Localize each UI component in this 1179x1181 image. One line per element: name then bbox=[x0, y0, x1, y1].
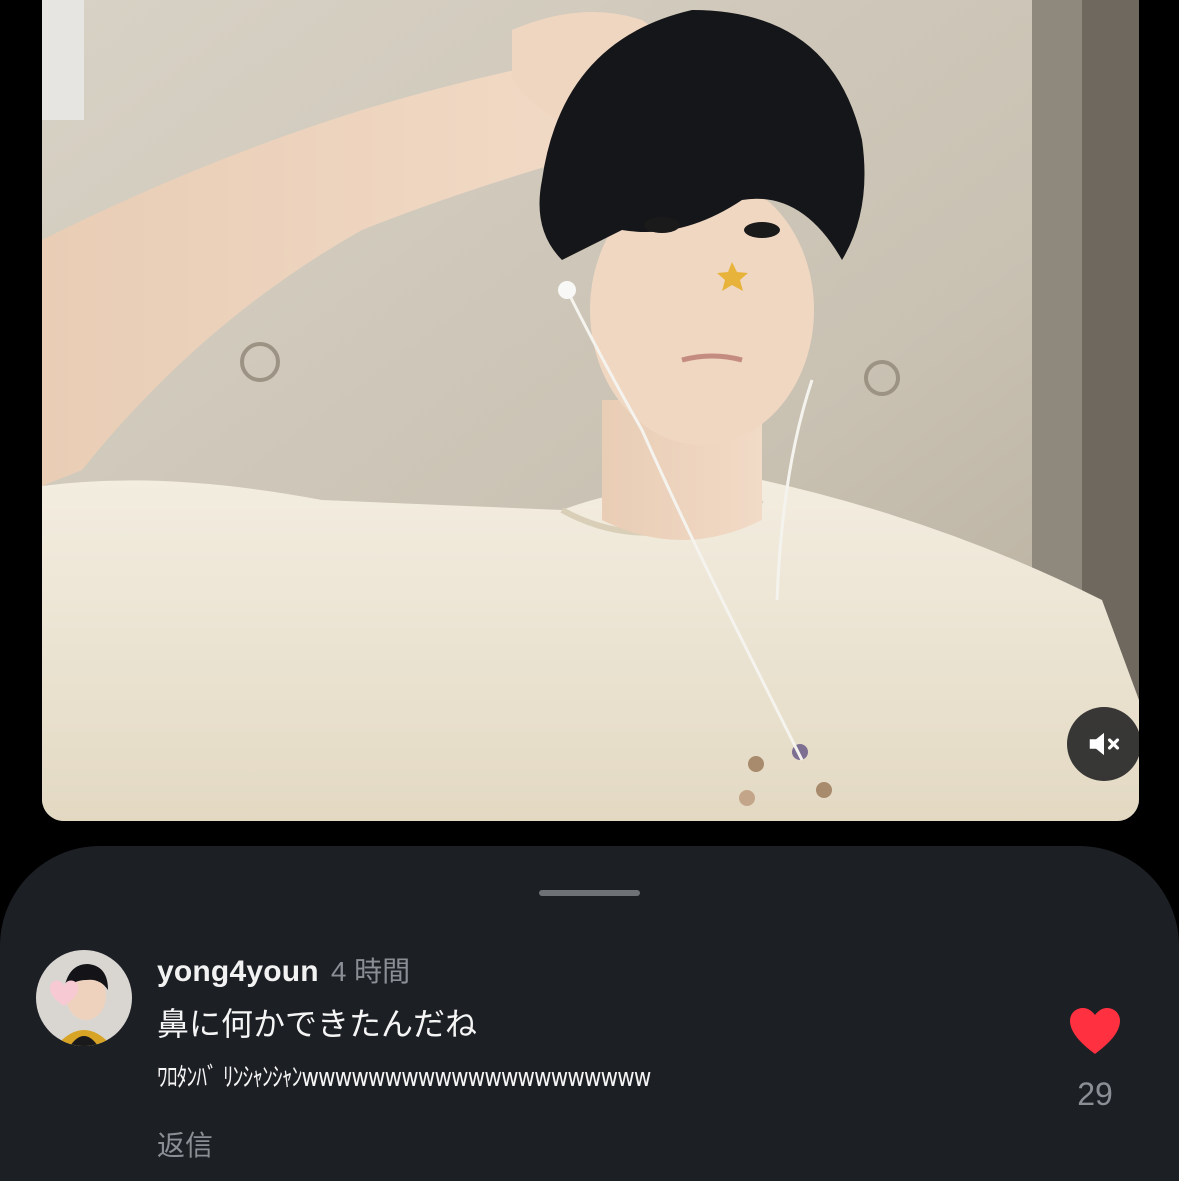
speaker-muted-icon bbox=[1089, 732, 1120, 756]
like-count: 29 bbox=[1077, 1076, 1113, 1112]
mute-toggle-button[interactable] bbox=[1067, 707, 1139, 781]
sheet-drag-handle[interactable] bbox=[539, 890, 640, 896]
video-player[interactable] bbox=[42, 0, 1139, 821]
avatar[interactable] bbox=[36, 950, 132, 1046]
comment-timestamp: 4 時間 bbox=[330, 956, 411, 987]
comment-text-line-2: ﾜﾛﾀﾝﾊﾞ ﾘﾝｼｬﾝｼｬﾝwwwwwwwwwwwwwwwwwwwww bbox=[157, 1063, 651, 1093]
comment-meta: yong4youn 4 時間 bbox=[157, 950, 1037, 990]
reply-button[interactable]: 返信 bbox=[157, 1124, 213, 1164]
avatar-image bbox=[36, 950, 132, 1046]
comment-text-line-1: 鼻に何かできたんだね bbox=[157, 1005, 478, 1043]
video-frame-image bbox=[42, 0, 1139, 821]
comment-username[interactable]: yong4youn bbox=[157, 955, 319, 989]
heart-icon bbox=[1070, 1008, 1120, 1054]
like-button[interactable] bbox=[1068, 1006, 1122, 1056]
comment-body: yong4youn 4 時間 鼻に何かできたんだね ﾜﾛﾀﾝﾊﾞ ﾘﾝｼｬﾝｼｬ… bbox=[157, 950, 1037, 1098]
comments-sheet: yong4youn 4 時間 鼻に何かできたんだね ﾜﾛﾀﾝﾊﾞ ﾘﾝｼｬﾝｼｬ… bbox=[0, 846, 1179, 1181]
